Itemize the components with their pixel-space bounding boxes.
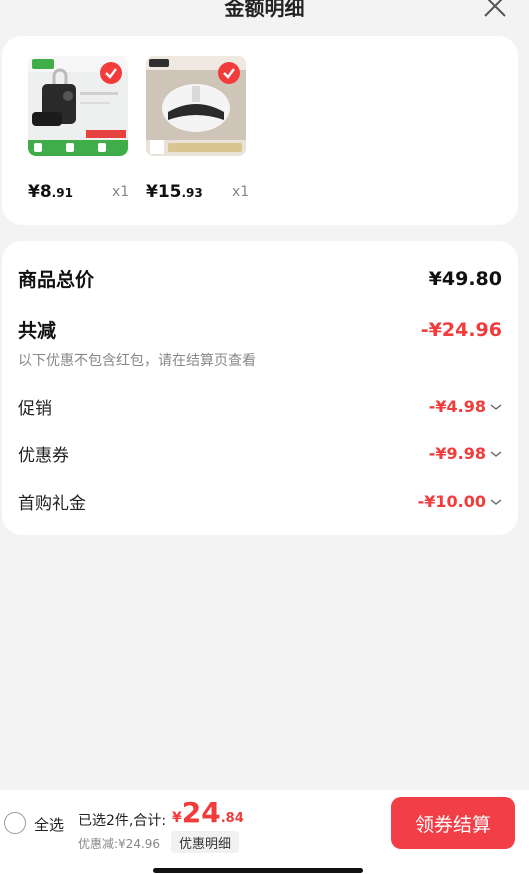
chevron-down-icon: [490, 498, 502, 505]
first-purchase-gift-row[interactable]: 首购礼金 -¥10.00: [18, 489, 502, 514]
promotion-row[interactable]: 促销 -¥4.98: [18, 394, 502, 419]
total-amount: ¥24.84: [172, 796, 244, 829]
product-qty: x1: [112, 184, 130, 200]
total-reduction-value: -¥24.96: [420, 318, 502, 341]
coupon-label: 优惠券: [18, 446, 69, 466]
product-qty: x1: [232, 184, 250, 200]
home-indicator: [153, 868, 363, 873]
product-image[interactable]: [28, 56, 128, 156]
price-summary-card: 商品总价 ¥49.80 共减 -¥24.96 以下优惠不包含红包，请在结算页查看…: [2, 241, 518, 535]
product-item[interactable]: ¥15.93 x1: [146, 56, 256, 202]
first-purchase-gift-label: 首购礼金: [18, 494, 86, 514]
total-price-label: 商品总价: [18, 269, 95, 291]
page-title: 金额明细: [224, 0, 305, 20]
total-price-value: ¥49.80: [428, 267, 502, 290]
coupon-value[interactable]: -¥9.98: [429, 444, 502, 463]
total-price-row: 商品总价 ¥49.80: [18, 265, 502, 292]
coupon-row[interactable]: 优惠券 -¥9.98: [18, 441, 502, 466]
promotion-value[interactable]: -¥4.98: [429, 397, 502, 416]
chevron-down-icon: [490, 450, 502, 457]
total-reduction-row: 共减 -¥24.96: [18, 316, 502, 343]
promotion-label: 促销: [18, 399, 52, 419]
selected-check-icon[interactable]: [218, 62, 240, 84]
discount-amount: 优惠减:¥24.96: [78, 837, 161, 851]
selected-count: 已选2件,合计:: [78, 813, 167, 829]
close-icon[interactable]: [483, 0, 507, 18]
select-all-label[interactable]: 全选: [34, 814, 64, 835]
discount-note: 以下优惠不包含红包，请在结算页查看: [18, 353, 256, 369]
checkout-button[interactable]: 领券结算: [391, 797, 515, 849]
product-image[interactable]: [146, 56, 246, 156]
header: 金额明细: [0, 0, 529, 30]
select-all-radio[interactable]: [4, 812, 26, 834]
product-item[interactable]: ¥8.91 x1: [28, 56, 138, 202]
selected-check-icon[interactable]: [100, 62, 122, 84]
discount-detail-button[interactable]: 优惠明细: [171, 831, 240, 853]
checkout-bar: 全选 已选2件,合计: ¥24.84 优惠减:¥24.96 优惠明细 领券结算: [0, 790, 529, 874]
chevron-down-icon: [490, 403, 502, 410]
total-reduction-label: 共减: [18, 320, 57, 342]
product-card: ¥8.91 x1 ¥15.93 x1: [2, 36, 518, 225]
product-price: ¥8.91: [28, 182, 73, 202]
product-price: ¥15.93: [146, 182, 203, 202]
first-purchase-gift-value[interactable]: -¥10.00: [418, 492, 502, 511]
